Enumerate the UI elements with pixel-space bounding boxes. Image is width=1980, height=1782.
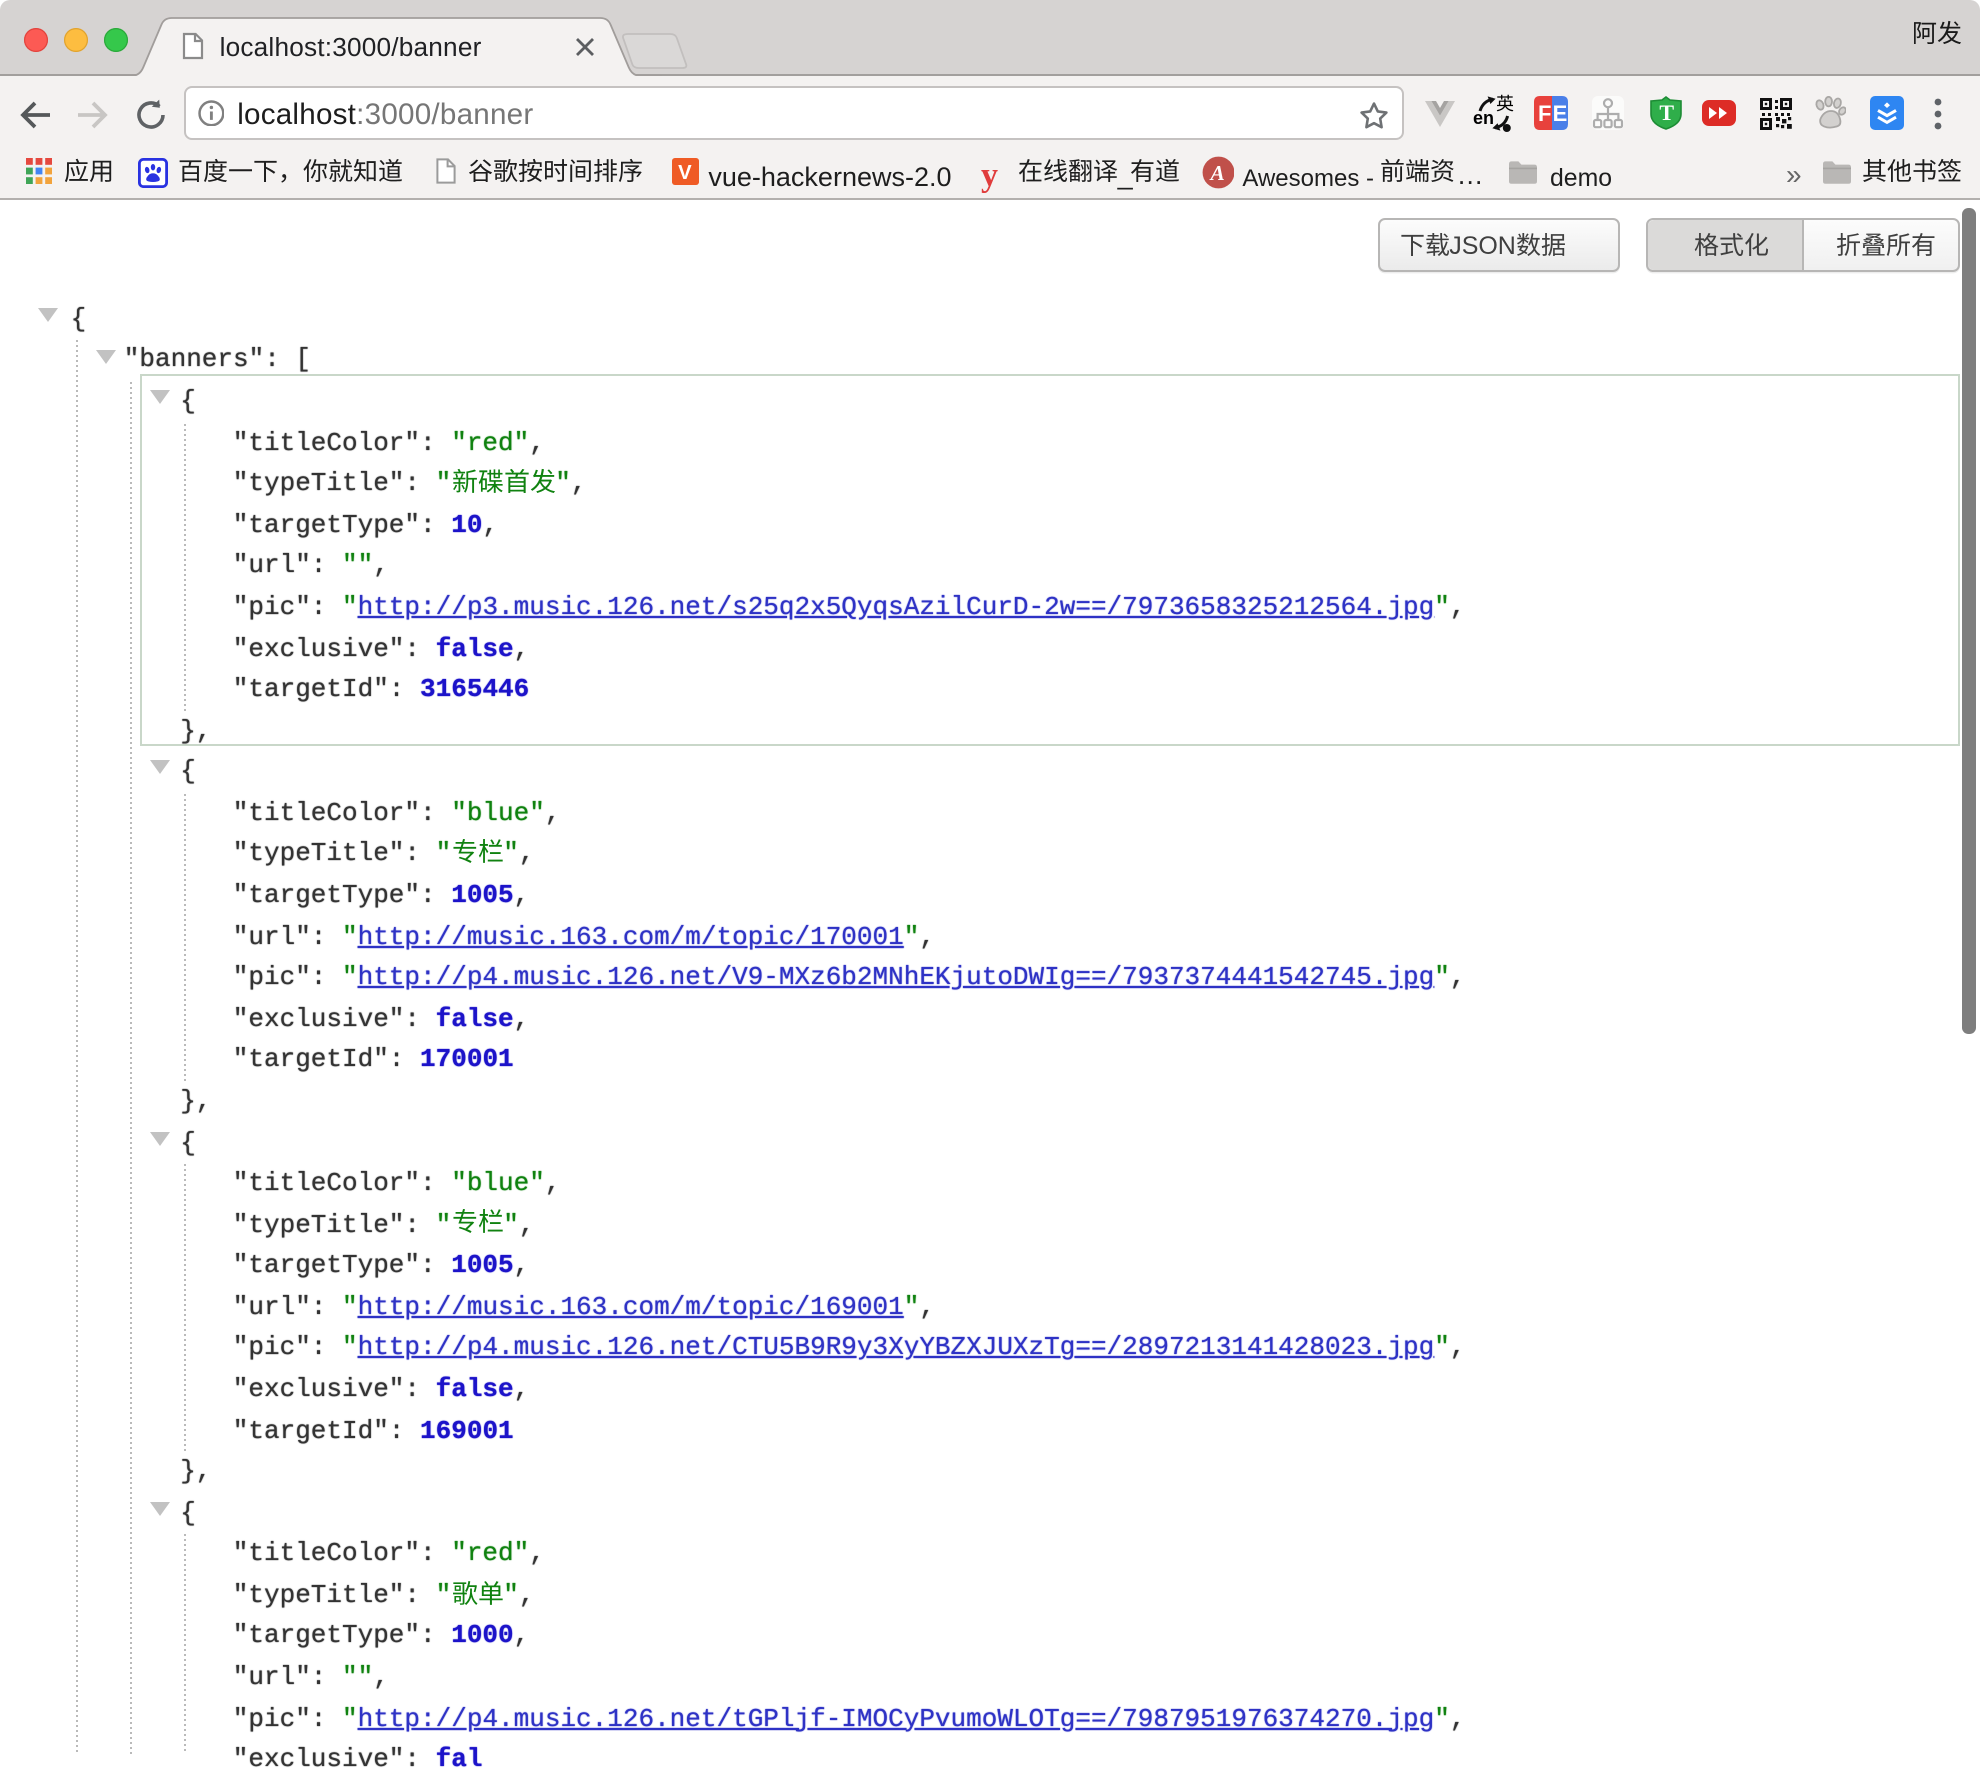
svg-text:F: F xyxy=(1537,101,1550,126)
svg-text:A: A xyxy=(1208,161,1224,185)
svg-text:V: V xyxy=(679,162,693,184)
svg-text:T: T xyxy=(1658,100,1673,125)
svg-text:E: E xyxy=(1552,101,1567,126)
